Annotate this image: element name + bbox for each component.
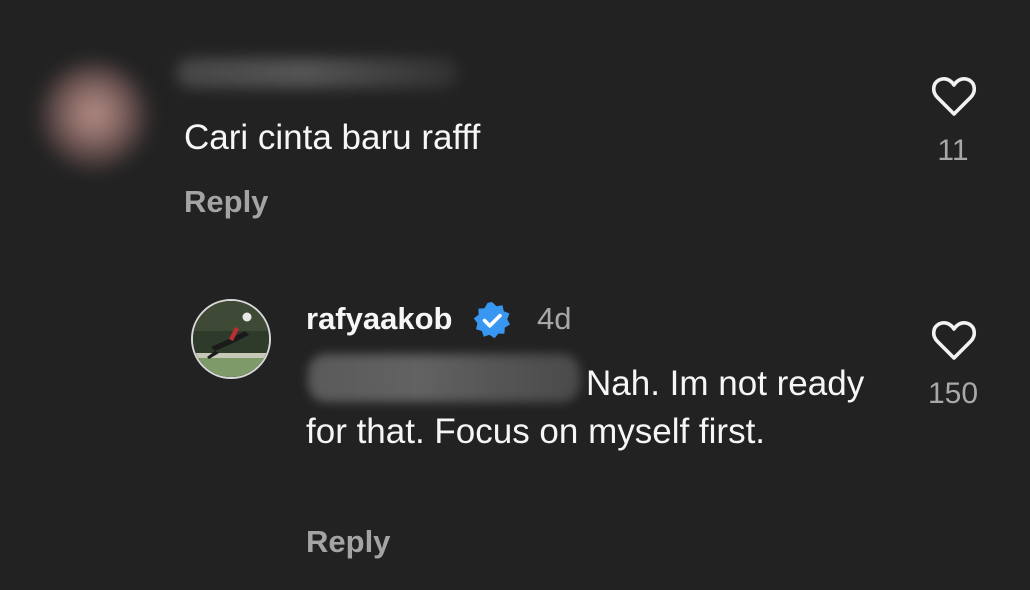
like-button[interactable] [930,74,978,118]
avatar-photo [193,301,269,377]
comment-timestamp: 4d [537,301,572,336]
reply-button[interactable]: Reply [184,184,268,220]
reply-avatar[interactable] [191,299,271,379]
reply-button[interactable]: Reply [306,524,390,560]
reply-username[interactable]: rafyaakob [306,300,452,338]
commenter-username-redacted[interactable] [176,58,458,88]
like-count: 11 [937,134,969,167]
heart-outline-icon [931,77,977,116]
heart-outline-icon [931,321,977,360]
verified-badge-icon [470,300,514,340]
comment-text: Cari cinta baru rafff [184,118,481,157]
reply-comment-text: Nah. Im not ready for that. Focus on mys… [306,364,865,451]
like-count: 150 [927,377,979,410]
like-button[interactable] [930,318,978,362]
commenter-avatar[interactable] [40,62,148,170]
